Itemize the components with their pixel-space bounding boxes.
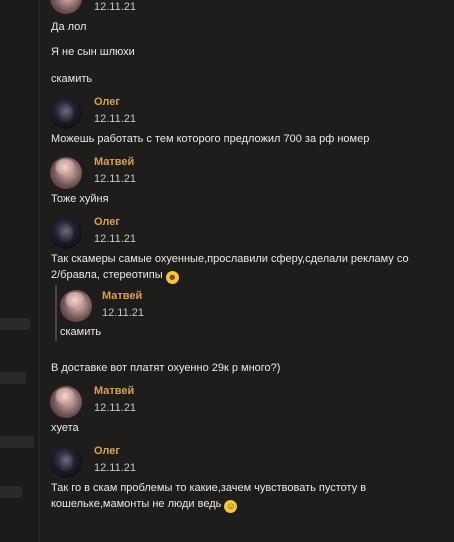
message-text: скамить <box>51 73 93 85</box>
background-residue <box>0 436 34 448</box>
avatar[interactable] <box>50 386 82 418</box>
message-text: Да лол <box>51 21 87 33</box>
message-author[interactable]: Олег <box>94 445 120 457</box>
message-author[interactable]: Матвей <box>94 385 134 397</box>
avatar[interactable] <box>60 290 92 322</box>
message-text: кошельке,мамонты не люди ведь ☺ <box>51 496 238 513</box>
grinning-emoji-icon: ☻ <box>165 271 179 284</box>
avatar[interactable] <box>50 97 82 129</box>
background-residue <box>0 372 26 384</box>
message-author[interactable]: Олег <box>94 216 120 228</box>
avatar[interactable] <box>50 446 82 478</box>
message-text-line: 2/бравла, стереотипы <box>51 269 163 281</box>
message-author[interactable]: Олег <box>94 96 120 108</box>
message-timestamp: 12.11.21 <box>94 462 137 474</box>
message-text: Я не сын шлюхи <box>51 46 135 58</box>
avatar[interactable] <box>50 157 82 189</box>
background-residue <box>0 318 30 330</box>
message-text: 2/бравла, стереотипы ☻ <box>51 267 179 284</box>
message-timestamp: 12.11.21 <box>94 1 137 13</box>
message-text: Так го в скам проблемы то какие,зачем чу… <box>51 482 367 494</box>
message-author[interactable]: Матвей <box>102 290 142 302</box>
message-text: Так скамеры самые охуенные,прославили сф… <box>51 253 409 265</box>
avatar[interactable] <box>50 217 82 249</box>
background-residue <box>0 486 22 498</box>
message-timestamp: 12.11.21 <box>94 173 137 185</box>
message-timestamp: 12.11.21 <box>102 307 145 319</box>
winking-emoji-icon: ☺ <box>224 500 238 513</box>
message-text: Тоже хуйня <box>51 193 109 205</box>
message-text: хуета <box>51 422 79 434</box>
message-timestamp: 12.11.21 <box>94 113 137 125</box>
message-text: В доставке вот платят охуенно 29к р мног… <box>51 362 281 374</box>
message-timestamp: 12.11.21 <box>94 402 137 414</box>
message-text: Можешь работать с тем которого предложил… <box>51 133 370 145</box>
message-author[interactable]: Матвей <box>94 156 134 168</box>
message-text-line: кошельке,мамонты не люди ведь <box>51 498 222 510</box>
quote-bar <box>55 285 57 341</box>
message-timestamp: 12.11.21 <box>94 233 137 245</box>
message-text: скамить <box>60 326 102 338</box>
